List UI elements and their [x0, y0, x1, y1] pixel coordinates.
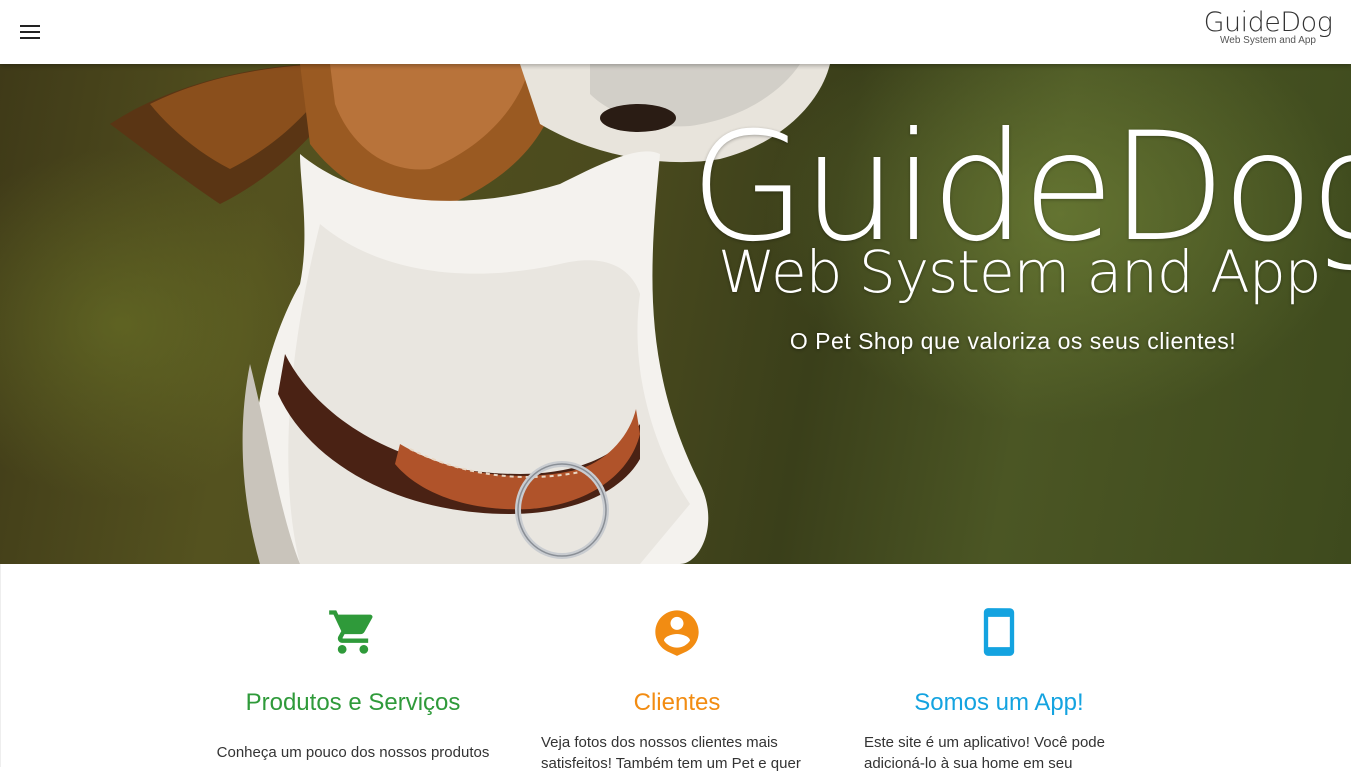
feature-description: Conheça um pouco dos nossos produtos: [216, 744, 490, 761]
brand-logo[interactable]: GuideDog Web System and App: [1203, 8, 1333, 52]
shopping-cart-icon: [329, 610, 373, 654]
feature-description: Este site é um aplicativo! Você pode adi…: [864, 734, 1105, 772]
brand-name: GuideDog: [1203, 7, 1333, 38]
features-section: Produtos e Serviços Conheça um pouco dos…: [0, 564, 1351, 772]
hero-subtitle: Web System and App: [718, 238, 1321, 306]
smartphone-icon: [983, 608, 1015, 656]
feature-title: Somos um App!: [914, 689, 1084, 716]
feature-title: Produtos e Serviços: [245, 689, 461, 716]
menu-button[interactable]: [14, 16, 46, 48]
brand-tagline: Web System and App: [1220, 35, 1316, 46]
hero-banner: GuideDog Web System and App O Pet Shop q…: [0, 64, 1351, 564]
menu-icon: [20, 25, 40, 39]
hero-tagline: O Pet Shop que valoriza os seus clientes…: [789, 328, 1237, 354]
feature-title: Clientes: [633, 689, 721, 716]
account-circle-icon: [655, 610, 699, 656]
top-app-bar: GuideDog Web System and App: [0, 0, 1351, 64]
feature-description: Veja fotos dos nossos clientes mais sati…: [541, 734, 801, 772]
